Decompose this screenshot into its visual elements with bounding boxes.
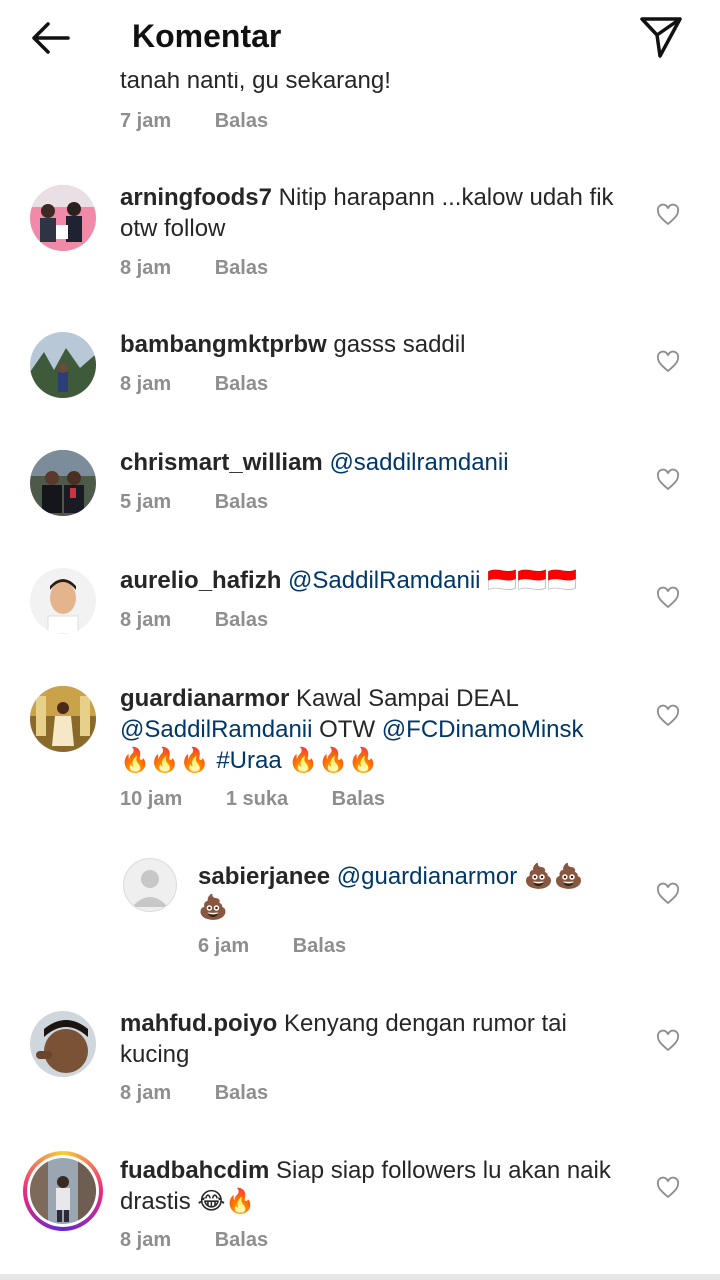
comment-time: 5 jam — [120, 491, 172, 513]
comment-meta: 6 jam Balas — [198, 935, 384, 958]
comment-body: OTW — [312, 716, 382, 743]
username[interactable]: chrismart_william — [120, 449, 323, 476]
page-title: Komentar — [132, 18, 282, 54]
like-heart-icon[interactable] — [656, 586, 680, 610]
username[interactable]: guardianarmor — [120, 685, 289, 712]
comment-time: 8 jam — [120, 373, 172, 395]
username[interactable]: arningfoods7 — [120, 184, 272, 211]
comment-meta: 7 jam Balas — [120, 110, 306, 133]
bottom-divider — [0, 1274, 720, 1280]
avatar[interactable] — [30, 450, 96, 516]
comment-text: fuadbahcdim Siap siap followers lu akan … — [120, 1155, 620, 1217]
mention-link[interactable]: @FCDinamoMinsk — [382, 716, 584, 743]
comment-meta: 8 jam Balas — [120, 609, 306, 632]
hashtag-link[interactable]: #Uraa — [216, 747, 281, 774]
top-bar: Komentar — [0, 0, 720, 72]
avatar[interactable] — [30, 686, 96, 752]
username[interactable]: aurelio_hafizh — [120, 567, 281, 594]
like-heart-icon[interactable] — [656, 203, 680, 227]
comment-text: arningfoods7 Nitip harapann ...kalow uda… — [120, 182, 620, 244]
fire-emojis: 🔥🔥🔥 — [120, 747, 210, 774]
comment-meta: 5 jam Balas — [120, 491, 306, 514]
fire-emojis: 🔥🔥🔥 — [288, 747, 379, 774]
avatar[interactable] — [30, 568, 96, 634]
mention-link[interactable]: @guardianarmor — [337, 863, 517, 890]
comment-time: 8 jam — [120, 1082, 172, 1104]
comment-meta: 8 jam Balas — [120, 1229, 306, 1252]
comment-time: 10 jam — [120, 788, 183, 810]
avatar[interactable] — [30, 1011, 96, 1077]
mention-link[interactable]: @SaddilRamdanii — [288, 567, 480, 594]
comment-body: gasss saddil — [326, 331, 466, 358]
like-heart-icon[interactable] — [656, 1029, 680, 1053]
back-arrow-icon[interactable] — [26, 14, 74, 62]
comment-text: bambangmktprbw gasss saddil — [120, 329, 620, 360]
reply-button[interactable]: Balas — [215, 1229, 268, 1251]
avatar[interactable] — [30, 332, 96, 398]
username[interactable]: bambangmktprbw — [120, 331, 327, 358]
reply-text: sabierjanee @guardianarmor 💩💩 💩 — [198, 861, 618, 923]
comment-time: 7 jam — [120, 110, 172, 132]
comment-body: Kawal Sampai DEAL — [289, 685, 518, 712]
username[interactable]: mahfud.poiyo — [120, 1010, 277, 1037]
like-heart-icon[interactable] — [656, 468, 680, 492]
comment-meta: 10 jam 1 suka Balas — [120, 788, 423, 811]
reply-button[interactable]: Balas — [215, 1082, 268, 1104]
comment-meta: 8 jam Balas — [120, 373, 306, 396]
username[interactable]: sabierjanee — [198, 863, 330, 890]
comment-time: 8 jam — [120, 609, 172, 631]
default-avatar[interactable] — [123, 858, 177, 912]
reply-button[interactable]: Balas — [293, 935, 346, 957]
mention-link[interactable]: @saddilramdanii — [329, 449, 508, 476]
comment-time: 8 jam — [120, 1229, 172, 1251]
mention-link[interactable]: @SaddilRamdanii — [120, 716, 312, 743]
likes-count[interactable]: 1 suka — [226, 788, 288, 810]
like-heart-icon[interactable] — [656, 350, 680, 374]
reply-button[interactable]: Balas — [215, 373, 268, 395]
like-heart-icon[interactable] — [656, 1176, 680, 1200]
like-heart-icon[interactable] — [656, 882, 680, 906]
flag-emojis: 🇮🇩🇮🇩🇮🇩 — [487, 567, 577, 594]
comment-meta: 8 jam Balas — [120, 1082, 306, 1105]
comment-time: 8 jam — [120, 257, 172, 279]
comment-meta: 8 jam Balas — [120, 257, 306, 280]
comment-text: chrismart_william @saddilramdanii — [120, 447, 620, 478]
reply-button[interactable]: Balas — [215, 257, 268, 279]
username[interactable]: fuadbahcdim — [120, 1157, 269, 1184]
avatar-story-ring[interactable] — [23, 1151, 103, 1231]
reply-button[interactable]: Balas — [332, 788, 385, 810]
avatar[interactable] — [30, 185, 96, 251]
default-user-icon — [132, 870, 168, 907]
reply-button[interactable]: Balas — [215, 110, 268, 132]
comment-text: aurelio_hafizh @SaddilRamdanii 🇮🇩🇮🇩🇮🇩 — [120, 565, 620, 596]
comment-text: mahfud.poiyo Kenyang dengan rumor tai ku… — [120, 1008, 620, 1070]
emoji: 😂🔥 — [197, 1188, 256, 1215]
comment-time: 6 jam — [198, 935, 250, 957]
like-heart-icon[interactable] — [656, 704, 680, 728]
reply-button[interactable]: Balas — [215, 609, 268, 631]
comment-text: guardianarmor Kawal Sampai DEAL @SaddilR… — [120, 683, 620, 776]
avatar — [30, 1158, 96, 1224]
reply-button[interactable]: Balas — [215, 491, 268, 513]
direct-message-icon[interactable] — [636, 12, 686, 62]
